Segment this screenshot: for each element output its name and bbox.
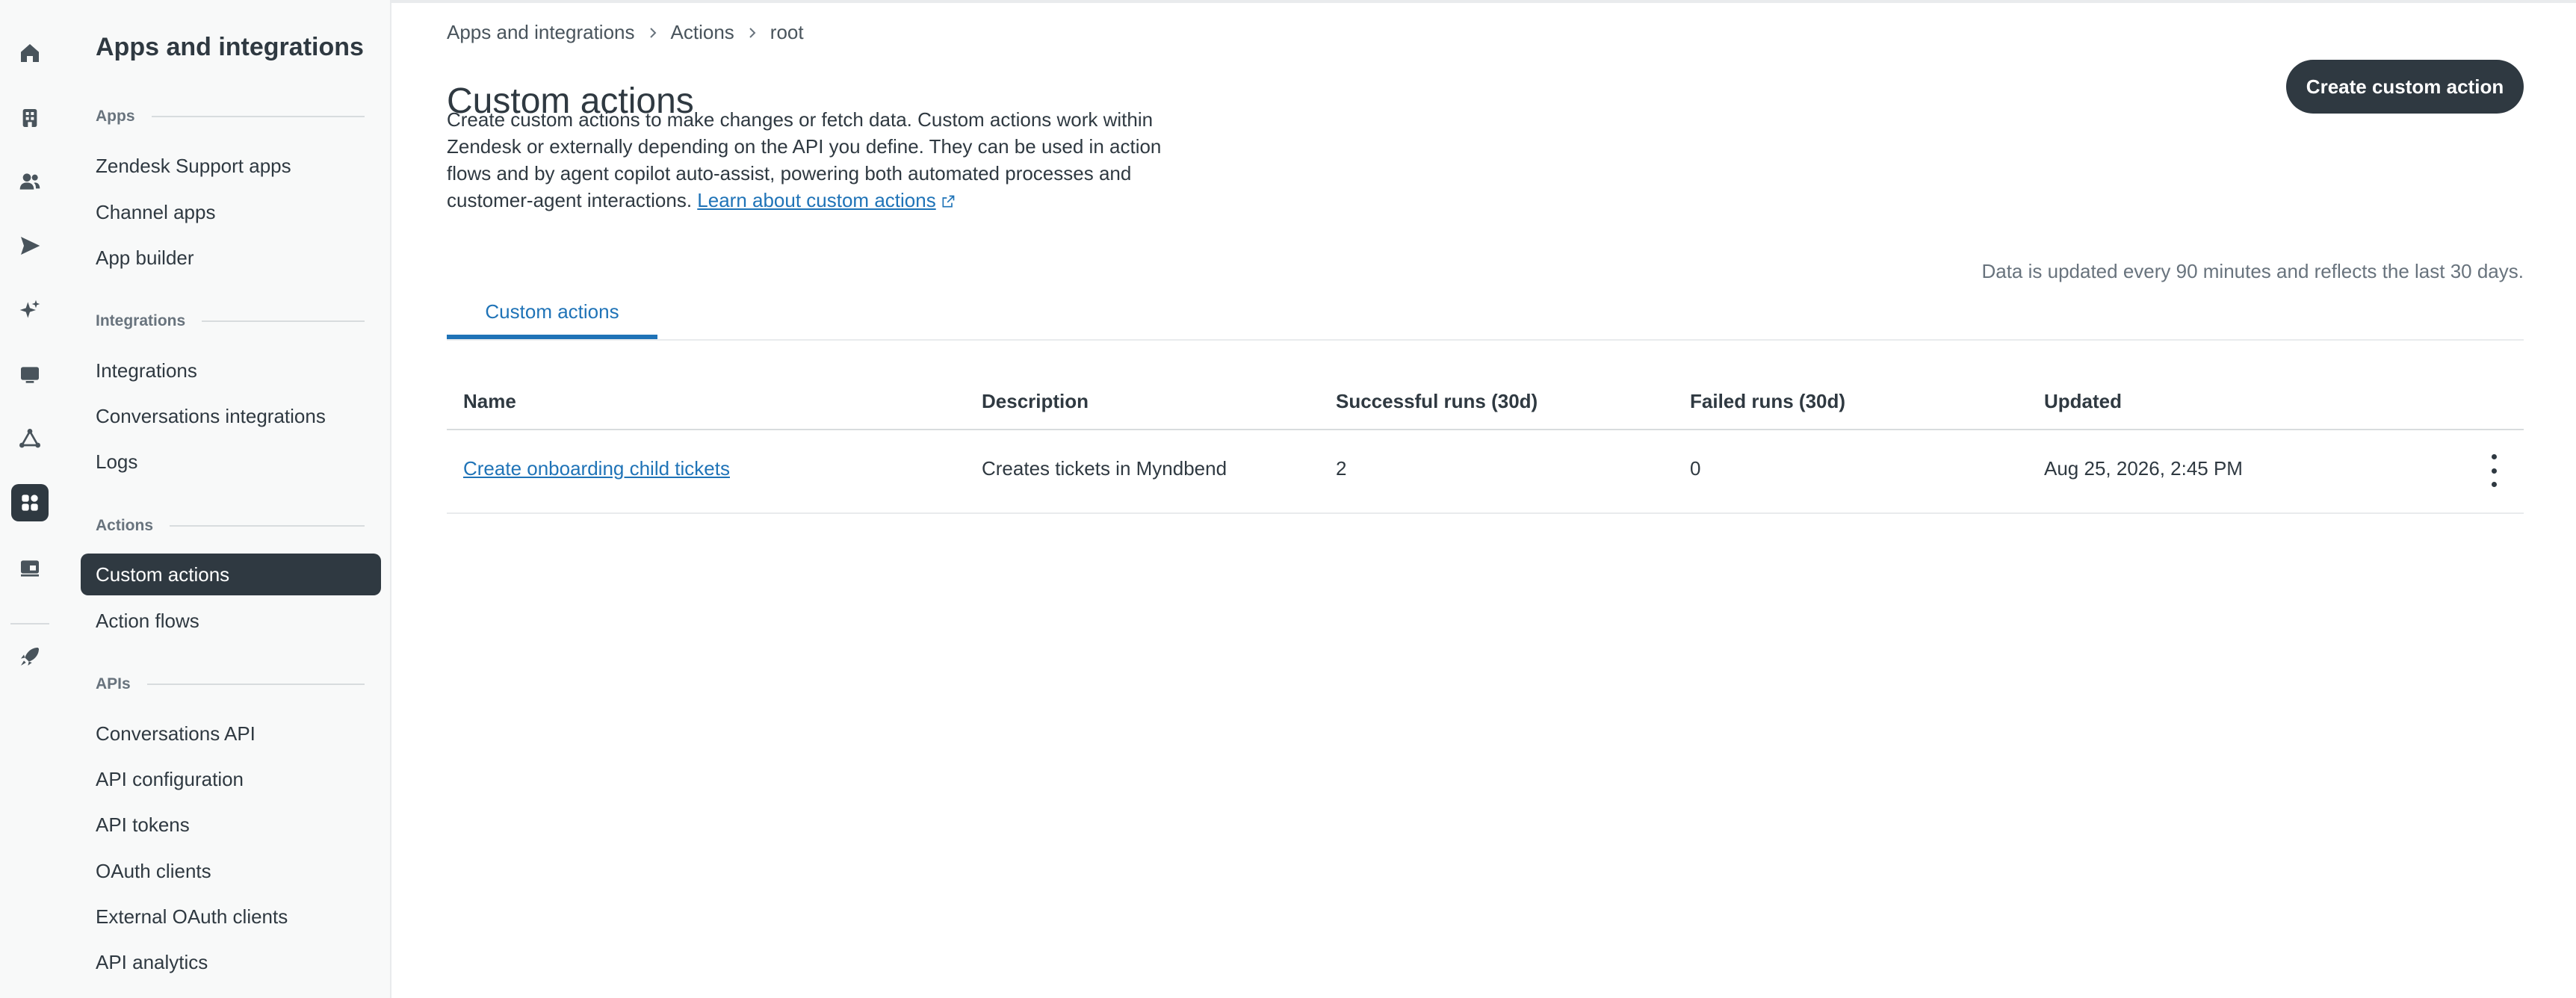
column-header-description[interactable]: Description: [982, 390, 1089, 413]
main-content: Apps and integrations Actions root Custo…: [391, 0, 2576, 998]
sidebar-item-custom-actions[interactable]: Custom actions: [81, 554, 381, 595]
sidebar-section-apps: Apps: [96, 108, 365, 125]
section-label: Apps: [96, 108, 135, 125]
monitor-icon[interactable]: [11, 356, 49, 394]
breadcrumb-actions[interactable]: Actions: [671, 21, 734, 44]
sidebar-item-oauth-clients[interactable]: OAuth clients: [81, 850, 381, 892]
breadcrumb-root: root: [770, 21, 804, 43]
action-name-link[interactable]: Create onboarding child tickets: [463, 457, 730, 480]
breadcrumb-apps-and-integrations[interactable]: Apps and integrations: [447, 21, 635, 44]
sidebar-item-app-builder[interactable]: App builder: [81, 237, 381, 279]
action-description: Creates tickets in Myndbend: [982, 457, 1227, 480]
tab-list: Custom actions: [447, 297, 2524, 341]
sidebar-item-api-configuration[interactable]: API configuration: [81, 758, 381, 800]
sidebar-item-action-flows[interactable]: Action flows: [81, 600, 381, 642]
sidebar-item-api-analytics[interactable]: API analytics: [81, 941, 381, 983]
section-label: APIs: [96, 675, 131, 692]
rail-divider: [10, 623, 49, 624]
tab-custom-actions[interactable]: Custom actions: [447, 297, 657, 339]
send-icon[interactable]: [11, 227, 49, 264]
column-header-name[interactable]: Name: [463, 390, 516, 413]
top-border: [391, 0, 2576, 3]
breadcrumb: Apps and integrations Actions root: [447, 21, 804, 44]
section-label: Actions: [96, 517, 154, 534]
sidebar-section-apis: APIs: [96, 675, 365, 693]
sidebar-item-conversations-integrations[interactable]: Conversations integrations: [81, 395, 381, 437]
successful-runs-count: 2: [1336, 457, 1347, 480]
custom-actions-table: Name Description Successful runs (30d) F…: [447, 378, 2524, 514]
sidebar-item-channel-apps[interactable]: Channel apps: [81, 191, 381, 233]
learn-about-custom-actions-link[interactable]: Learn about custom actions: [697, 189, 935, 211]
network-icon[interactable]: [11, 421, 49, 458]
column-header-successful-runs[interactable]: Successful runs (30d): [1336, 390, 1538, 413]
rocket-icon[interactable]: [11, 638, 49, 675]
data-update-note: Data is updated every 90 minutes and ref…: [1981, 260, 2524, 282]
sidebar-item-external-oauth-clients[interactable]: External OAuth clients: [81, 896, 381, 937]
sidebar-section-integrations: Integrations: [96, 312, 365, 330]
failed-runs-count: 0: [1690, 457, 1701, 480]
workspace-icon[interactable]: [11, 550, 49, 587]
sidebar-item-zendesk-support-apps[interactable]: Zendesk Support apps: [81, 145, 381, 187]
row-overflow-menu-icon[interactable]: [2479, 454, 2509, 487]
external-link-icon[interactable]: [941, 194, 956, 209]
icon-rail: [0, 0, 60, 998]
page-description: Create custom actions to make changes or…: [447, 106, 1201, 214]
sidebar-item-conversations-api[interactable]: Conversations API: [81, 713, 381, 754]
sidebar-item-integrations[interactable]: Integrations: [81, 350, 381, 391]
chevron-right-icon: [749, 27, 756, 38]
updated-timestamp: Aug 25, 2026, 2:45 PM: [2044, 457, 2243, 480]
sidebar-item-api-tokens[interactable]: API tokens: [81, 804, 381, 846]
sidebar-item-logs[interactable]: Logs: [81, 441, 381, 483]
column-header-failed-runs[interactable]: Failed runs (30d): [1690, 390, 1845, 413]
section-label: Integrations: [96, 312, 186, 329]
sparkle-icon[interactable]: [11, 291, 49, 329]
column-header-updated[interactable]: Updated: [2044, 390, 2122, 413]
table-header: Name Description Successful runs (30d) F…: [447, 378, 2524, 430]
chevron-right-icon: [649, 27, 656, 38]
create-custom-action-button[interactable]: Create custom action: [2286, 60, 2524, 114]
people-icon[interactable]: [11, 163, 49, 200]
sidebar-title: Apps and integrations: [96, 33, 364, 61]
table-row: Create onboarding child tickets Creates …: [447, 430, 2524, 514]
home-icon[interactable]: [11, 34, 49, 72]
secondary-nav: Apps and integrations Apps Zendesk Suppo…: [60, 0, 391, 998]
apps-icon[interactable]: [11, 484, 49, 521]
building-icon[interactable]: [11, 99, 49, 137]
sidebar-section-actions: Actions: [96, 517, 365, 535]
